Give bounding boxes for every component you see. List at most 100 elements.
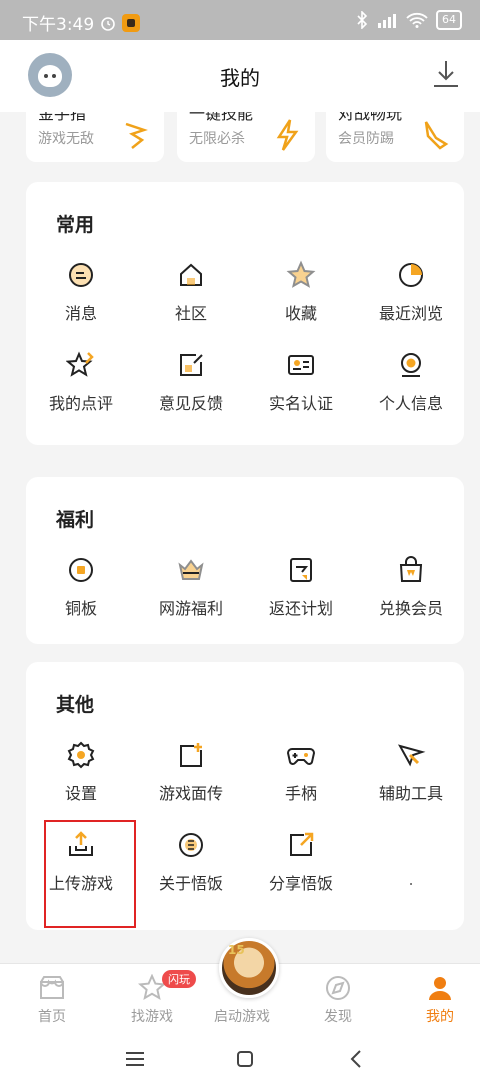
- feature-card-cheat[interactable]: 金手指 游戏无敌: [26, 112, 164, 162]
- feature-card-skill[interactable]: 一键技能 无限必杀: [177, 112, 315, 162]
- menu-item-label: 铜板: [64, 599, 97, 618]
- hero-level: 15: [228, 943, 245, 957]
- feature-card-battle[interactable]: 对战畅玩 会员防踢: [326, 112, 464, 162]
- home-icon[interactable]: [231, 1045, 259, 1073]
- menu-item-message[interactable]: 消息: [26, 260, 136, 324]
- community-icon: [180, 263, 202, 286]
- menu-item-feedback[interactable]: 意见反馈: [136, 350, 246, 414]
- menu-item-game-transfer[interactable]: 游戏面传: [136, 740, 246, 804]
- back-icon[interactable]: [343, 1045, 371, 1073]
- section-title: 福利: [56, 509, 95, 531]
- menu-item-recent[interactable]: 最近浏览: [356, 260, 466, 324]
- feature-card-title: 一键技能: [189, 112, 254, 123]
- menu-item-label: 收藏: [284, 304, 317, 323]
- wing-icon: [125, 122, 148, 149]
- menu-item-label: 消息: [64, 304, 97, 323]
- feature-card-subtitle: 无限必杀: [189, 131, 245, 147]
- menu-item-label: 网游福利: [158, 599, 223, 618]
- menu-item-gamepad[interactable]: 手柄: [246, 740, 356, 804]
- section-title: 其他: [56, 694, 95, 716]
- menu-item-label: 游戏面传: [158, 784, 223, 803]
- nav-discover[interactable]: 发现: [290, 970, 386, 1026]
- nav-label: 启动游戏: [214, 1009, 270, 1025]
- profile-icon: [401, 353, 421, 377]
- menu-item-label: 个人信息: [378, 394, 443, 413]
- app-notification-icon: [122, 13, 141, 32]
- nav-label: 我的: [426, 1009, 454, 1025]
- menu-item-settings[interactable]: 设置: [26, 740, 136, 804]
- nav-label: 发现: [324, 1009, 352, 1025]
- shopping-bag-icon: [399, 556, 423, 582]
- lightning-icon: [276, 119, 299, 151]
- status-bar-left: 下午3:49: [22, 10, 141, 35]
- menu-item-community[interactable]: 社区: [136, 260, 246, 324]
- menu-item-coins[interactable]: 铜板: [26, 555, 136, 619]
- rebate-icon: [290, 558, 312, 582]
- menu-item-id-verify[interactable]: 实名认证: [246, 350, 356, 414]
- menu-item-label: 返还计划: [268, 599, 333, 618]
- alarm-icon: [101, 16, 115, 31]
- coin-icon: [69, 558, 93, 582]
- upload-game-highlight: [44, 820, 136, 928]
- feature-card-title: 对战畅玩: [338, 112, 403, 123]
- feature-card-title: 金手指: [38, 112, 87, 123]
- person-icon: [429, 977, 451, 1000]
- menu-item-label: 意见反馈: [158, 394, 223, 413]
- menu-item-favorites[interactable]: 收藏: [246, 260, 356, 324]
- system-nav-bar: [0, 1031, 480, 1086]
- status-bar-right: 64: [356, 10, 462, 30]
- menu-item-label: 辅助工具: [378, 784, 443, 803]
- menu-item-label: 分享悟饭: [268, 874, 333, 893]
- feedback-icon: [180, 354, 203, 376]
- menu-item-label: 设置: [64, 784, 97, 803]
- gift-basket-icon: [178, 559, 204, 580]
- menu-item-label: 我的点评: [48, 394, 113, 413]
- page-header: 我的: [0, 40, 480, 112]
- battery-indicator: 64: [436, 10, 462, 30]
- hot-badge: 闪玩: [162, 970, 196, 988]
- nav-label: 首页: [38, 1009, 66, 1025]
- download-icon[interactable]: [430, 58, 462, 90]
- about-icon: [179, 833, 203, 857]
- section-welfare: 福利 铜板 网游福利 返还计划 兑换会员: [26, 477, 464, 644]
- menu-item-label: 关于悟饭: [158, 874, 223, 893]
- message-icon: [69, 263, 93, 287]
- menu-item-redeem-vip[interactable]: 兑换会员: [356, 555, 466, 619]
- nav-home[interactable]: 首页: [4, 970, 100, 1026]
- status-time: 下午3:49: [22, 15, 95, 35]
- feature-card-subtitle: 游戏无敌: [38, 131, 94, 147]
- feature-cards-row: 金手指 游戏无敌 一键技能 无限必杀 对战畅玩 会员防踢: [0, 112, 480, 168]
- menu-item-label: 最近浏览: [378, 304, 443, 323]
- tool-icon: [397, 744, 426, 767]
- menu-item-share[interactable]: 分享悟饭: [246, 830, 356, 894]
- menu-item-placeholder: .: [356, 830, 466, 889]
- launch-game-avatar[interactable]: 15: [219, 938, 279, 998]
- shoe-icon: [424, 121, 449, 150]
- section-title: 常用: [56, 214, 95, 236]
- menu-item-rebate[interactable]: 返还计划: [246, 555, 356, 619]
- shop-icon: [40, 976, 64, 999]
- review-icon: [66, 351, 94, 377]
- gamepad-icon: [286, 748, 316, 765]
- game-transfer-icon: [180, 743, 202, 767]
- section-common: 常用 消息 社区 收藏 最近浏览 我的点评 意见反馈 实名认证 个人信息: [26, 182, 464, 445]
- feature-card-subtitle: 会员防踢: [338, 131, 394, 147]
- menu-item-tools[interactable]: 辅助工具: [356, 740, 466, 804]
- id-card-icon: [288, 355, 314, 375]
- menu-item-online-welfare[interactable]: 网游福利: [136, 555, 246, 619]
- nav-label: 找游戏: [131, 1009, 173, 1025]
- menu-item-label: 手柄: [284, 784, 317, 803]
- gear-icon: [67, 741, 95, 769]
- signal-icon: [378, 14, 396, 28]
- menu-item-label: 实名认证: [268, 394, 333, 413]
- page-title: 我的: [220, 66, 260, 90]
- menu-item-profile[interactable]: 个人信息: [356, 350, 466, 414]
- status-bar: 下午3:49 64: [0, 0, 480, 40]
- nav-me[interactable]: 我的: [392, 970, 480, 1026]
- menu-item-about[interactable]: 关于悟饭: [136, 830, 246, 894]
- menu-icon[interactable]: [121, 1045, 149, 1073]
- menu-item-my-reviews[interactable]: 我的点评: [26, 350, 136, 414]
- menu-item-label: 社区: [174, 304, 207, 323]
- wifi-icon: [406, 12, 428, 28]
- menu-item-label: 兑换会员: [378, 599, 443, 618]
